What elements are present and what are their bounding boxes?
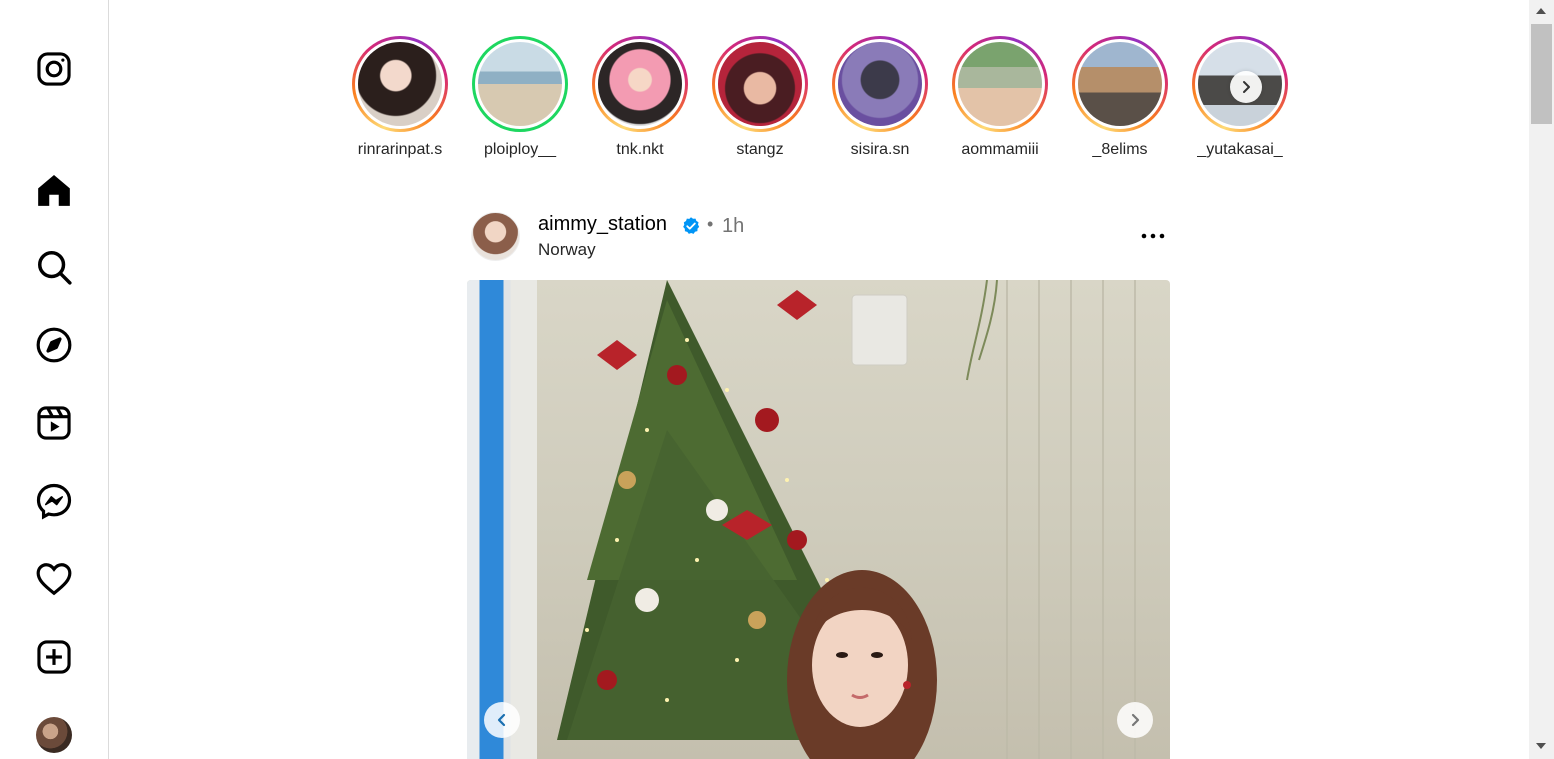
story-ring xyxy=(952,36,1048,132)
home-icon[interactable] xyxy=(30,166,78,214)
story-item[interactable]: tnk.nkt xyxy=(580,36,700,166)
chevron-right-icon xyxy=(1243,81,1250,93)
story-avatar xyxy=(598,42,682,126)
story-ring xyxy=(592,36,688,132)
previous-media-button[interactable] xyxy=(484,702,520,738)
story-username: ploiploy__ xyxy=(483,141,557,158)
story-username: stangz xyxy=(736,141,784,158)
story-username: tnk.nkt xyxy=(616,141,664,158)
story-username: rinrarinpat.s xyxy=(357,141,443,158)
story-ring xyxy=(712,36,808,132)
chevron-left-icon xyxy=(497,713,506,727)
separator-dot: • xyxy=(707,214,714,234)
story-avatar xyxy=(838,42,922,126)
story-item[interactable]: aommamiii xyxy=(940,36,1060,166)
create-plus-icon[interactable] xyxy=(30,633,78,681)
story-username: aommamiii xyxy=(961,141,1039,158)
story-item[interactable]: sisira.sn xyxy=(820,36,940,166)
page-scrollbar[interactable] xyxy=(1529,0,1554,759)
post-username[interactable]: aimmy_station xyxy=(538,213,667,236)
stories-tray: rinrarinpat.s ploiploy__ tnk.nkt stangz … xyxy=(340,36,1300,166)
story-avatar xyxy=(358,42,442,126)
post-location[interactable]: Norway xyxy=(538,240,596,260)
left-sidebar xyxy=(0,0,109,759)
story-item[interactable]: stangz xyxy=(700,36,820,166)
messenger-icon[interactable] xyxy=(30,477,78,525)
story-ring xyxy=(832,36,928,132)
story-ring xyxy=(472,36,568,132)
scroll-down-arrow-icon[interactable] xyxy=(1536,743,1546,749)
instagram-logo-icon[interactable] xyxy=(30,45,78,93)
post-photo xyxy=(557,280,1136,759)
story-item[interactable]: _8elims xyxy=(1060,36,1180,166)
notifications-heart-icon[interactable] xyxy=(30,555,78,603)
scroll-thumb[interactable] xyxy=(1531,24,1552,124)
post-author-avatar[interactable] xyxy=(471,212,520,261)
story-avatar xyxy=(958,42,1042,126)
next-media-button[interactable] xyxy=(1117,702,1153,738)
profile-avatar[interactable] xyxy=(36,717,72,753)
story-avatar xyxy=(478,42,562,126)
post-media[interactable] xyxy=(467,280,1170,759)
story-item[interactable]: rinrarinpat.s xyxy=(340,36,460,166)
stories-next-button[interactable] xyxy=(1230,71,1262,103)
story-ring xyxy=(1072,36,1168,132)
instagram-feed-page: rinrarinpat.s ploiploy__ tnk.nkt stangz … xyxy=(0,0,1554,759)
chevron-right-icon xyxy=(1131,713,1140,727)
story-item[interactable]: ploiploy__ xyxy=(460,36,580,166)
story-username: _yutakasai_ xyxy=(1197,141,1283,158)
verified-badge-icon xyxy=(683,217,700,234)
reels-icon[interactable] xyxy=(30,399,78,447)
story-ring xyxy=(352,36,448,132)
story-username: sisira.sn xyxy=(850,141,910,158)
more-options-icon[interactable] xyxy=(1137,226,1169,246)
story-avatar xyxy=(1078,42,1162,126)
post-header: aimmy_station • 1h Norway xyxy=(471,212,1171,264)
story-avatar xyxy=(718,42,802,126)
post-timestamp[interactable]: 1h xyxy=(722,215,744,238)
story-username: _8elims xyxy=(1092,141,1148,158)
search-icon[interactable] xyxy=(30,243,78,291)
explore-icon[interactable] xyxy=(30,321,78,369)
scroll-up-arrow-icon[interactable] xyxy=(1536,8,1546,14)
